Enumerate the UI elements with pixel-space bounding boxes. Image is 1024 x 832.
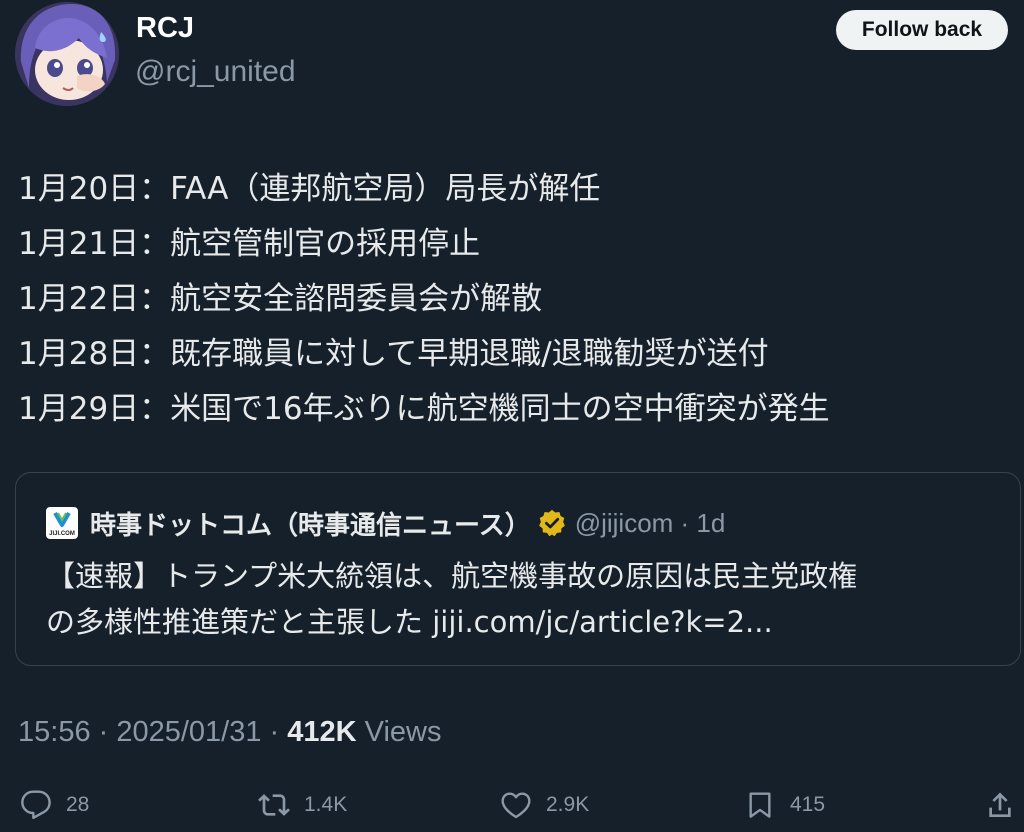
tweet-meta: 15:56 · 2025/01/31 · 412K Views	[18, 716, 441, 749]
tweet-line: 1月21日：航空管制官の採用停止	[18, 226, 481, 262]
quote-header: JIJI.COM 時事ドットコム（時事通信ニュース） @jijicom · 1d	[46, 503, 725, 543]
like-count: 2.9K	[546, 793, 590, 816]
repost-button[interactable]: 1.4K	[258, 786, 347, 824]
like-button[interactable]: 2.9K	[500, 786, 589, 824]
bookmark-count: 415	[790, 793, 826, 816]
quote-author-name[interactable]: 時事ドットコム（時事通信ニュース）	[90, 505, 531, 542]
follow-back-button[interactable]: Follow back	[836, 10, 1008, 50]
tweet-line: 1月20日：FAA（連邦航空局）局長が解任	[18, 171, 601, 207]
tweet-line: 1月29日：米国で16年ぶりに航空機同士の空中衝突が発生	[18, 391, 830, 427]
bookmark-button[interactable]: 415	[744, 786, 825, 824]
jiji-logo[interactable]: JIJI.COM	[46, 507, 78, 539]
avatar[interactable]	[15, 2, 119, 106]
bookmark-icon	[749, 792, 771, 818]
avatar-illustration	[15, 2, 119, 106]
views-label: Views	[356, 716, 442, 748]
reply-icon	[21, 790, 51, 820]
quote-text: 【速報】トランプ米大統領は、航空機事故の原因は民主党政権 の多様性推進策だと主張…	[46, 553, 1006, 645]
quote-tweet-card[interactable]: JIJI.COM 時事ドットコム（時事通信ニュース） @jijicom · 1d…	[15, 472, 1021, 666]
views-count: 412K	[287, 716, 357, 748]
display-name[interactable]: RCJ	[136, 12, 194, 45]
tweet-timestamp[interactable]: 15:56 · 2025/01/31 ·	[18, 716, 287, 748]
heart-icon	[501, 792, 531, 819]
reply-count: 28	[66, 793, 90, 816]
repost-icon	[258, 794, 290, 816]
share-button[interactable]	[984, 786, 1024, 824]
tweet-text: 1月20日：FAA（連邦航空局）局長が解任 1月21日：航空管制官の採用停止 1…	[18, 162, 1008, 437]
share-icon	[989, 792, 1011, 817]
quote-line: 【速報】トランプ米大統領は、航空機事故の原因は民主党政権	[46, 559, 858, 593]
author-handle[interactable]: @rcj_united	[135, 55, 296, 89]
jiji-logo-text: JIJI.COM	[49, 531, 75, 537]
verified-badge-icon	[537, 508, 567, 538]
tweet-line: 1月28日：既存職員に対して早期退職/退職勧奨が送付	[18, 336, 769, 372]
tweet-line: 1月22日：航空安全諮問委員会が解散	[18, 281, 543, 317]
quote-line: の多様性推進策だと主張した jiji.com/jc/article?k=2...	[46, 605, 773, 639]
quote-author-handle[interactable]: @jijicom · 1d	[575, 508, 726, 539]
repost-count: 1.4K	[304, 793, 348, 816]
reply-button[interactable]: 28	[20, 786, 89, 824]
